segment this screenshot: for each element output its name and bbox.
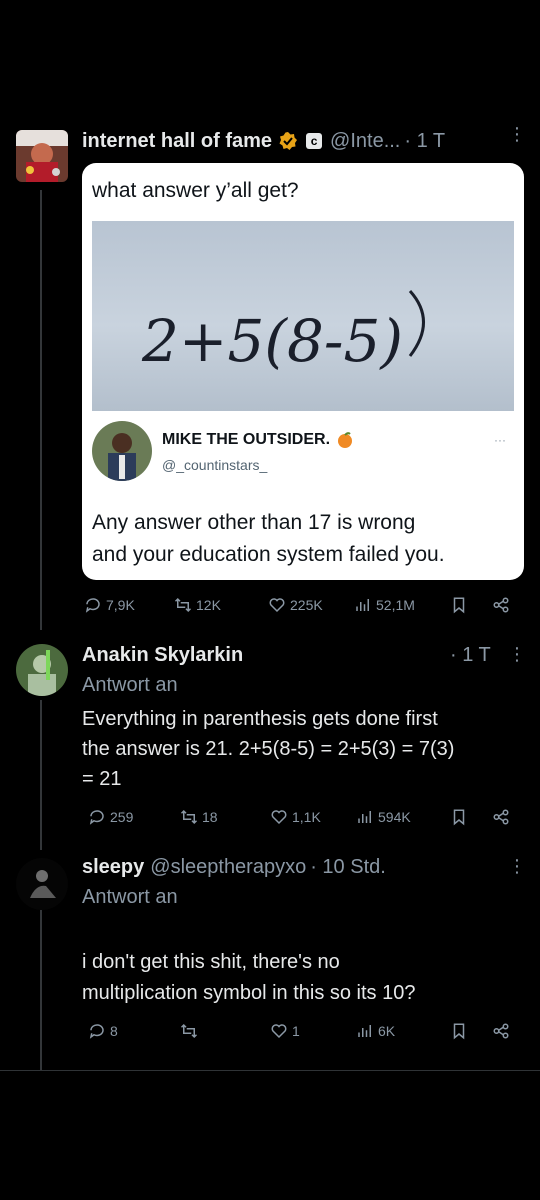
repost-button[interactable] (180, 1022, 202, 1040)
views-button[interactable]: 594K (356, 808, 411, 826)
reply-button[interactable]: 7,9K (84, 596, 135, 614)
bookmark-button[interactable] (450, 808, 468, 826)
like-button[interactable]: 225K (268, 596, 323, 614)
reply-icon (89, 1024, 104, 1039)
reply-button[interactable]: 8 (88, 1022, 118, 1040)
views-button[interactable]: 52,1M (354, 596, 415, 614)
avatar[interactable] (16, 130, 68, 182)
more-options-icon[interactable]: ⋮ (508, 856, 526, 877)
views-button[interactable]: 6K (356, 1022, 395, 1040)
bottom-divider (0, 1070, 540, 1071)
repost-button[interactable]: 12K (174, 596, 221, 614)
verified-badge-icon (278, 131, 298, 151)
like-button[interactable]: 1,1K (270, 808, 321, 826)
quoted-author-name[interactable]: MIKE THE OUTSIDER. (162, 431, 330, 449)
tweet-header: Anakin Skylarkin (82, 642, 243, 668)
tweet-text-line-2: multiplication symbol in this so its 10? (82, 982, 416, 1004)
heart-icon (271, 1024, 287, 1039)
thread-line (40, 700, 42, 850)
user-handle[interactable]: @sleeptherapyxo (150, 856, 306, 879)
tweet-text-line-1: i don't get this shit, there's no (82, 951, 340, 973)
reply-count: 259 (110, 809, 134, 825)
views-count: 6K (378, 1023, 396, 1039)
heart-icon (271, 810, 287, 825)
bookmark-button[interactable] (450, 1022, 468, 1040)
tweet-time: · 10 Std. (310, 855, 386, 878)
reply-count: 8 (110, 1023, 118, 1039)
like-count: 225K (290, 597, 323, 613)
card-question: what answer y’all get? (92, 179, 299, 202)
reply-icon (89, 810, 104, 825)
user-name[interactable]: internet hall of fame (82, 130, 272, 153)
repost-icon (174, 597, 192, 613)
share-button[interactable] (492, 1022, 510, 1040)
like-button[interactable]: 1 (270, 1022, 300, 1040)
like-count: 1,1K (292, 809, 321, 825)
peach-emoji-icon (336, 431, 354, 449)
views-icon (358, 811, 371, 823)
tweet-time: · 1 T (450, 644, 491, 666)
user-name[interactable]: Anakin Skylarkin (82, 644, 243, 667)
equation-text: 2+5(8-5) (141, 307, 403, 375)
quote-card[interactable]: what answer y’all get? 2+5(8-5) MIKE THE… (82, 163, 524, 580)
share-icon (493, 1023, 509, 1039)
heart-icon (269, 598, 285, 613)
views-count: 594K (378, 809, 411, 825)
reply-count: 7,9K (106, 597, 135, 613)
share-button[interactable] (492, 596, 510, 614)
share-icon (493, 597, 509, 613)
reply-button[interactable]: 259 (88, 808, 133, 826)
thread-line (40, 190, 42, 630)
tweet-header: internet hall of fame c @Inte... · 1 T (82, 128, 445, 154)
thread-line (40, 905, 42, 1070)
views-count: 52,1M (376, 597, 415, 613)
bookmark-icon (453, 597, 465, 614)
tweet-text-line-3: = 21 (82, 768, 122, 790)
avatar[interactable] (16, 858, 68, 910)
more-options-icon[interactable]: ⋮ (508, 125, 526, 143)
quoted-text-line-1: Any answer other than 17 is wrong (92, 511, 416, 534)
tweet-time: · 1 T (404, 129, 446, 152)
equation-photo: 2+5(8-5) (92, 221, 514, 411)
user-name[interactable]: sleepy (82, 856, 144, 879)
user-handle[interactable]: @Inte... (330, 130, 400, 153)
quoted-text-line-2: and your education system failed you. (92, 543, 445, 566)
like-count: 1 (292, 1023, 300, 1039)
affiliate-badge: c (306, 133, 323, 149)
more-options-icon[interactable]: ⋮ (508, 644, 526, 665)
reply-to-label: Antwort an (82, 886, 178, 908)
quoted-author-avatar[interactable] (92, 421, 152, 481)
bookmark-button[interactable] (450, 596, 468, 614)
bookmark-icon (453, 1023, 465, 1040)
repost-icon (180, 1023, 198, 1039)
quoted-author-handle[interactable]: @_countinstars_ (162, 457, 267, 473)
share-icon (493, 809, 509, 825)
tweet-header: sleepy @sleeptherapyxo · 10 Std. (82, 854, 386, 880)
share-button[interactable] (492, 808, 510, 826)
repost-button[interactable]: 18 (180, 808, 218, 826)
avatar[interactable] (16, 644, 68, 696)
repost-count: 12K (196, 597, 221, 613)
repost-count: 18 (202, 809, 218, 825)
reply-icon (85, 598, 100, 613)
views-icon (358, 1025, 371, 1037)
views-icon (356, 599, 369, 611)
reply-to-label: Antwort an (82, 674, 178, 696)
repost-icon (180, 809, 198, 825)
tweet-text-line-1: Everything in parenthesis gets done firs… (82, 708, 438, 730)
bookmark-icon (453, 809, 465, 826)
quoted-author-name-row: MIKE THE OUTSIDER. (162, 431, 354, 449)
tweet-text-line-2: the answer is 21. 2+5(8-5) = 2+5(3) = 7(… (82, 738, 455, 760)
quoted-more-icon[interactable]: ··· (494, 433, 506, 447)
